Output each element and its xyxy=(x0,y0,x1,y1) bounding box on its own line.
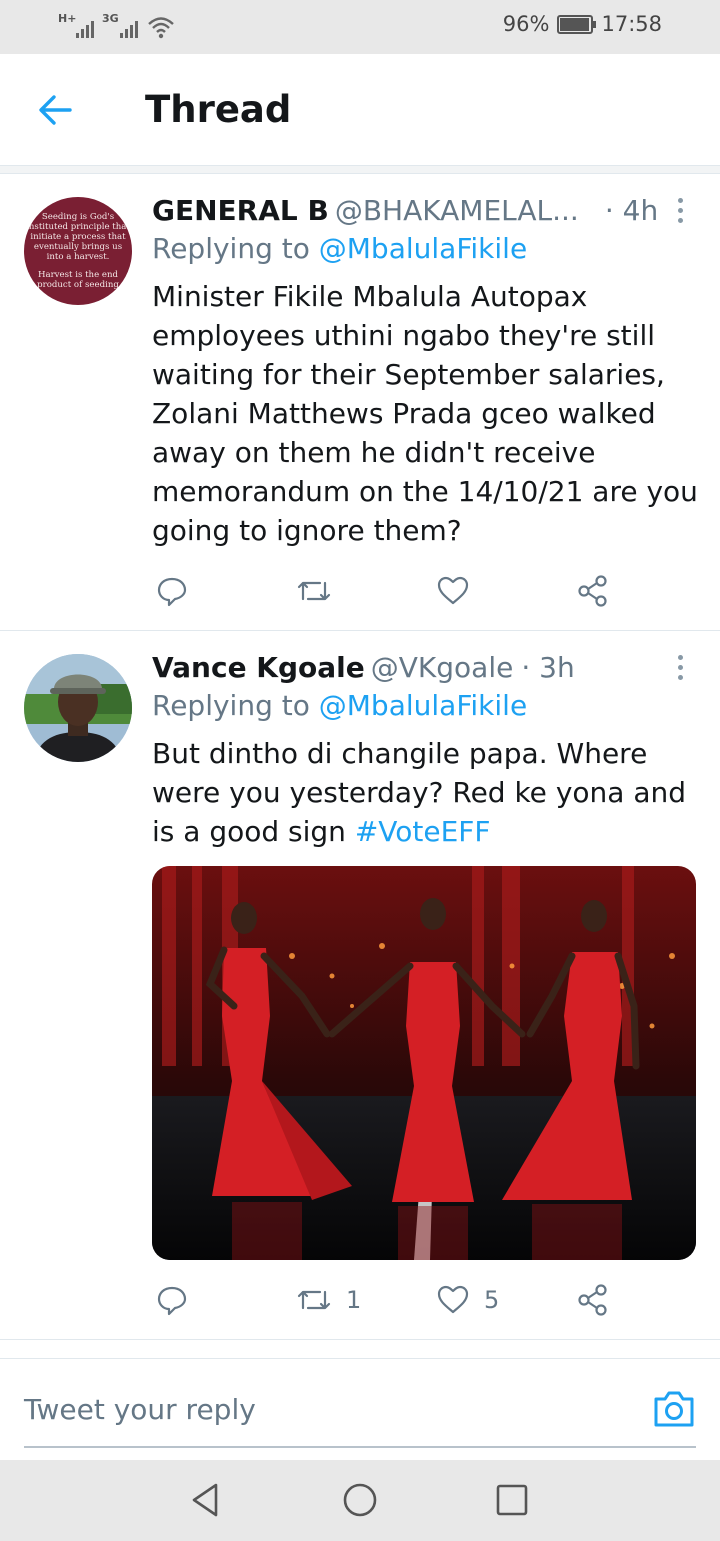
reply-input[interactable]: Tweet your reply xyxy=(24,1393,256,1426)
signal-1: H+ xyxy=(58,12,94,40)
user-handle[interactable]: @VKgoale xyxy=(371,651,514,684)
mention-link[interactable]: @MbalulaFikile xyxy=(319,689,527,722)
signal-bars-1-icon xyxy=(76,21,94,38)
replying-prefix: Replying to xyxy=(152,689,310,722)
signal-2: 3G xyxy=(102,12,138,40)
retweet-count: 1 xyxy=(346,1286,362,1314)
reply-button[interactable] xyxy=(156,571,188,611)
share-button[interactable] xyxy=(576,571,610,611)
hashtag-link[interactable]: #VoteEFF xyxy=(355,815,491,848)
camera-icon[interactable] xyxy=(652,1387,696,1431)
retweet-button[interactable]: 1 xyxy=(296,1280,361,1320)
photo-three-women-red-gowns xyxy=(152,866,696,1260)
battery-percent: 96% xyxy=(502,12,550,36)
heart-icon xyxy=(437,576,469,605)
like-button[interactable] xyxy=(436,571,484,611)
reply-icon xyxy=(157,577,187,607)
display-name[interactable]: GENERAL B xyxy=(152,194,329,227)
avatar-line: into a harvest. xyxy=(47,252,110,262)
avatar-line: instituted principle that xyxy=(26,222,130,232)
like-button[interactable]: 5 xyxy=(436,1280,499,1320)
header: Thread xyxy=(0,54,720,166)
battery-icon xyxy=(557,14,597,34)
avatar-quote-image: Seeding is God's instituted principle th… xyxy=(26,212,130,290)
network-type-2: 3G xyxy=(102,12,119,25)
timestamp: · 3h xyxy=(521,650,575,684)
share-icon xyxy=(578,1284,607,1316)
nav-recents-icon[interactable] xyxy=(492,1480,532,1520)
arrow-left-icon[interactable] xyxy=(34,90,78,130)
tweet-actions: 1 5 xyxy=(152,1280,632,1320)
share-button[interactable] xyxy=(576,1280,610,1320)
retweet-icon xyxy=(297,1290,331,1310)
avatar-line: Harvest is the end xyxy=(38,270,119,280)
avatar[interactable]: Seeding is God's instituted principle th… xyxy=(24,197,132,305)
replying-to: Replying to @MbalulaFikile xyxy=(152,232,527,265)
tweet-text: Minister Fikile Mbalula Autopax employee… xyxy=(152,280,698,547)
more-options-icon[interactable] xyxy=(670,195,690,225)
tweet-photo[interactable] xyxy=(152,866,696,1260)
retweet-button[interactable] xyxy=(296,571,346,611)
tweet-header: Vance Kgoale @VKgoale · 3h xyxy=(152,649,575,685)
retweet-icon xyxy=(297,581,331,601)
user-handle[interactable]: @BHAKAMELAL... xyxy=(335,194,579,227)
display-name[interactable]: Vance Kgoale xyxy=(152,651,365,684)
page-title: Thread xyxy=(145,88,292,131)
avatar-line: product of seeding xyxy=(37,280,119,290)
tweet-actions xyxy=(152,571,632,611)
avatar-line: Seeding is God's xyxy=(42,212,114,222)
status-right: 96% 17:58 xyxy=(503,12,662,36)
timestamp: · 4h xyxy=(604,193,659,227)
reply-icon xyxy=(157,1286,187,1316)
avatar-line: eventually brings us xyxy=(34,242,122,252)
replying-prefix: Replying to xyxy=(152,232,310,265)
nav-back-icon[interactable] xyxy=(186,1480,226,1520)
more-options-icon[interactable] xyxy=(670,652,690,682)
avatar-line: initiate a process that xyxy=(30,232,126,242)
like-count: 5 xyxy=(484,1286,500,1314)
nav-home-icon[interactable] xyxy=(340,1480,380,1520)
tweet-general-b[interactable]: Seeding is God's instituted principle th… xyxy=(0,175,720,631)
heart-icon xyxy=(437,1285,469,1314)
status-bar: H+ 3G 96% 17:58 xyxy=(0,0,720,54)
thread-divider xyxy=(0,166,720,174)
tweet-text: But dintho di changile papa. Where were … xyxy=(152,734,700,851)
reply-button[interactable] xyxy=(156,1280,188,1320)
replying-to: Replying to @MbalulaFikile xyxy=(152,689,527,722)
clock: 17:58 xyxy=(601,12,662,36)
share-icon xyxy=(578,575,607,607)
reply-input-underline xyxy=(24,1446,696,1448)
signal-bars-2-icon xyxy=(120,21,138,38)
avatar[interactable] xyxy=(24,654,132,762)
system-nav-bar xyxy=(0,1460,720,1541)
wifi-icon xyxy=(148,17,174,39)
network-type-1: H+ xyxy=(58,12,77,25)
tweet-vance-kgoale[interactable]: Vance Kgoale @VKgoale · 3h Replying to @… xyxy=(0,632,720,1340)
tweet-header: GENERAL B @BHAKAMELAL... · 4h xyxy=(152,192,658,228)
status-left: H+ 3G xyxy=(58,12,176,40)
mention-link[interactable]: @MbalulaFikile xyxy=(319,232,527,265)
reply-composer: Tweet your reply xyxy=(0,1358,720,1460)
avatar-photo xyxy=(24,654,132,762)
